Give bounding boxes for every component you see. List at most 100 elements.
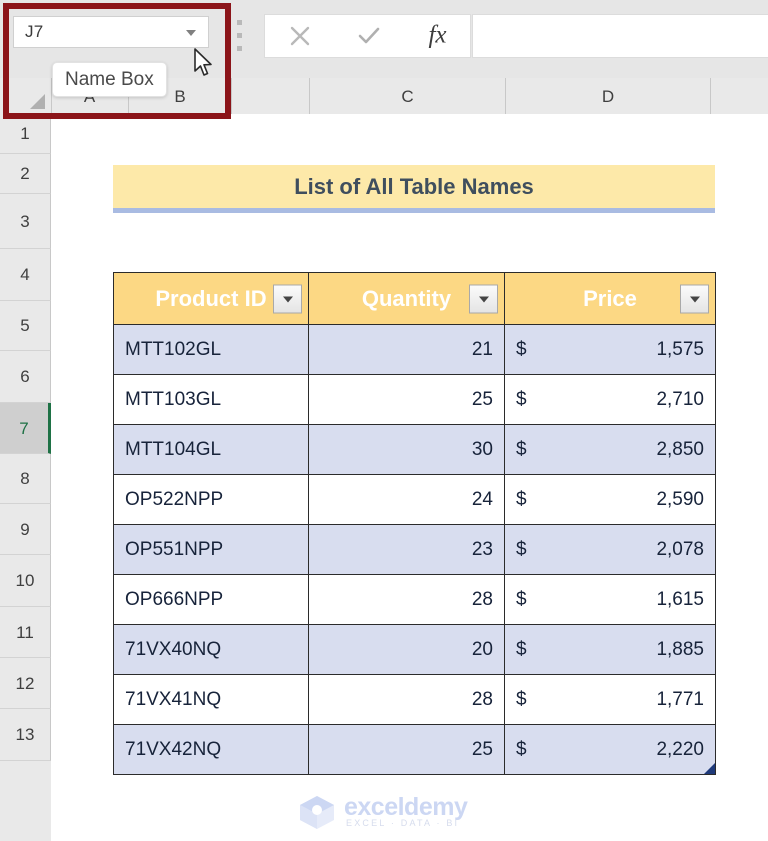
cell-price[interactable]: $2,590 — [504, 474, 716, 525]
name-box[interactable]: J7 — [13, 16, 209, 48]
cell-quantity[interactable]: 21 — [308, 324, 505, 375]
formula-bar-buttons: fx — [264, 14, 471, 58]
cancel-x-icon[interactable] — [265, 15, 334, 57]
table-row[interactable]: MTT102GL 21 $1,575 — [113, 324, 716, 375]
cell-product-id[interactable]: 71VX41NQ — [113, 674, 309, 725]
exceldemy-logo-icon — [300, 796, 334, 829]
filter-dropdown-icon-price[interactable] — [680, 284, 709, 313]
price-amount: 1,575 — [656, 338, 704, 360]
cell-quantity[interactable]: 24 — [308, 474, 505, 525]
cell-price[interactable]: $2,220 — [504, 724, 716, 775]
row-header-label: 9 — [20, 520, 30, 539]
check-icon[interactable] — [334, 15, 403, 57]
select-all-corner[interactable] — [0, 78, 52, 114]
row-header-6[interactable]: 6 — [0, 351, 51, 403]
currency-symbol: $ — [516, 338, 527, 360]
row-header-1[interactable]: 1 — [0, 114, 51, 154]
currency-symbol: $ — [516, 438, 527, 460]
cell-product-id[interactable]: OP522NPP — [113, 474, 309, 525]
currency-symbol: $ — [516, 688, 527, 710]
currency-symbol: $ — [516, 488, 527, 510]
table-header-product-id[interactable]: Product ID — [113, 272, 309, 325]
name-box-value: J7 — [25, 22, 44, 41]
chevron-down-icon[interactable] — [186, 30, 196, 36]
price-amount: 1,885 — [656, 638, 704, 660]
row-header-label: 12 — [15, 674, 35, 693]
cell-quantity[interactable]: 28 — [308, 674, 505, 725]
row-header-8[interactable]: 8 — [0, 454, 51, 504]
currency-symbol: $ — [516, 638, 527, 660]
table-row[interactable]: OP551NPP 23 $2,078 — [113, 524, 716, 575]
row-header-label: 7 — [19, 419, 29, 438]
row-header-3[interactable]: 3 — [0, 194, 51, 249]
column-header-spacer — [232, 78, 310, 114]
column-header-c[interactable]: C — [310, 78, 506, 114]
column-header-d[interactable]: D — [506, 78, 711, 114]
currency-symbol: $ — [516, 588, 527, 610]
page-title: List of All Table Names — [294, 174, 534, 199]
cell-quantity[interactable]: 25 — [308, 724, 505, 775]
row-header-label: 4 — [20, 265, 30, 284]
row-header-label: 13 — [15, 725, 35, 744]
table-header-price-label: Price — [583, 285, 637, 311]
row-header-4[interactable]: 4 — [0, 249, 51, 301]
cell-quantity[interactable]: 30 — [308, 424, 505, 475]
row-header-label: 2 — [20, 164, 30, 183]
row-header-2[interactable]: 2 — [0, 154, 51, 194]
cell-product-id[interactable]: 71VX42NQ — [113, 724, 309, 775]
cell-quantity[interactable]: 25 — [308, 374, 505, 425]
row-header-5[interactable]: 5 — [0, 301, 51, 351]
table-row[interactable]: MTT103GL 25 $2,710 — [113, 374, 716, 425]
row-header-12[interactable]: 12 — [0, 658, 51, 709]
table-row[interactable]: OP522NPP 24 $2,590 — [113, 474, 716, 525]
currency-symbol: $ — [516, 738, 527, 760]
price-amount: 2,710 — [656, 388, 704, 410]
price-amount: 2,850 — [656, 438, 704, 460]
row-header-11[interactable]: 11 — [0, 607, 51, 658]
row-header-column: 1 2 3 4 5 6 7 8 9 10 11 12 13 — [0, 114, 51, 841]
filter-dropdown-icon-product-id[interactable] — [273, 284, 302, 313]
row-header-label: 8 — [20, 469, 30, 488]
currency-symbol: $ — [516, 538, 527, 560]
row-header-13[interactable]: 13 — [0, 709, 51, 761]
row-header-label: 1 — [20, 124, 30, 143]
table-row[interactable]: OP666NPP 28 $1,615 — [113, 574, 716, 625]
table-row[interactable]: 71VX41NQ 28 $1,771 — [113, 674, 716, 725]
cell-price[interactable]: $2,850 — [504, 424, 716, 475]
table-row[interactable]: 71VX42NQ 25 $2,220 — [113, 724, 716, 775]
price-amount: 2,078 — [656, 538, 704, 560]
cell-product-id[interactable]: MTT102GL — [113, 324, 309, 375]
cell-product-id[interactable]: OP551NPP — [113, 524, 309, 575]
cell-price[interactable]: $2,710 — [504, 374, 716, 425]
cell-product-id[interactable]: MTT103GL — [113, 374, 309, 425]
formula-input[interactable] — [472, 14, 768, 58]
name-box-tooltip: Name Box — [52, 62, 167, 97]
cell-quantity[interactable]: 20 — [308, 624, 505, 675]
row-header-10[interactable]: 10 — [0, 555, 51, 607]
cell-price[interactable]: $1,885 — [504, 624, 716, 675]
table-header-price[interactable]: Price — [504, 272, 716, 325]
fx-icon[interactable]: fx — [403, 15, 472, 57]
price-amount: 1,771 — [656, 688, 704, 710]
column-header-trailing — [711, 78, 768, 114]
cell-price[interactable]: $2,078 — [504, 524, 716, 575]
table-row[interactable]: 71VX40NQ 20 $1,885 — [113, 624, 716, 675]
cell-price[interactable]: $1,615 — [504, 574, 716, 625]
cell-price[interactable]: $1,771 — [504, 674, 716, 725]
table-header-quantity[interactable]: Quantity — [308, 272, 505, 325]
row-header-label: 10 — [15, 571, 35, 590]
filter-dropdown-icon-quantity[interactable] — [469, 284, 498, 313]
table-header-product-id-label: Product ID — [155, 285, 267, 311]
cell-price[interactable]: $1,575 — [504, 324, 716, 375]
table-header-quantity-label: Quantity — [361, 285, 452, 311]
cell-quantity[interactable]: 28 — [308, 574, 505, 625]
cell-product-id[interactable]: 71VX40NQ — [113, 624, 309, 675]
cell-product-id[interactable]: OP666NPP — [113, 574, 309, 625]
table-row[interactable]: MTT104GL 30 $2,850 — [113, 424, 716, 475]
cell-product-id[interactable]: MTT104GL — [113, 424, 309, 475]
price-amount: 2,220 — [656, 738, 704, 760]
row-header-label: 6 — [20, 367, 30, 386]
row-header-9[interactable]: 9 — [0, 504, 51, 555]
cell-quantity[interactable]: 23 — [308, 524, 505, 575]
row-header-7[interactable]: 7 — [0, 403, 51, 454]
